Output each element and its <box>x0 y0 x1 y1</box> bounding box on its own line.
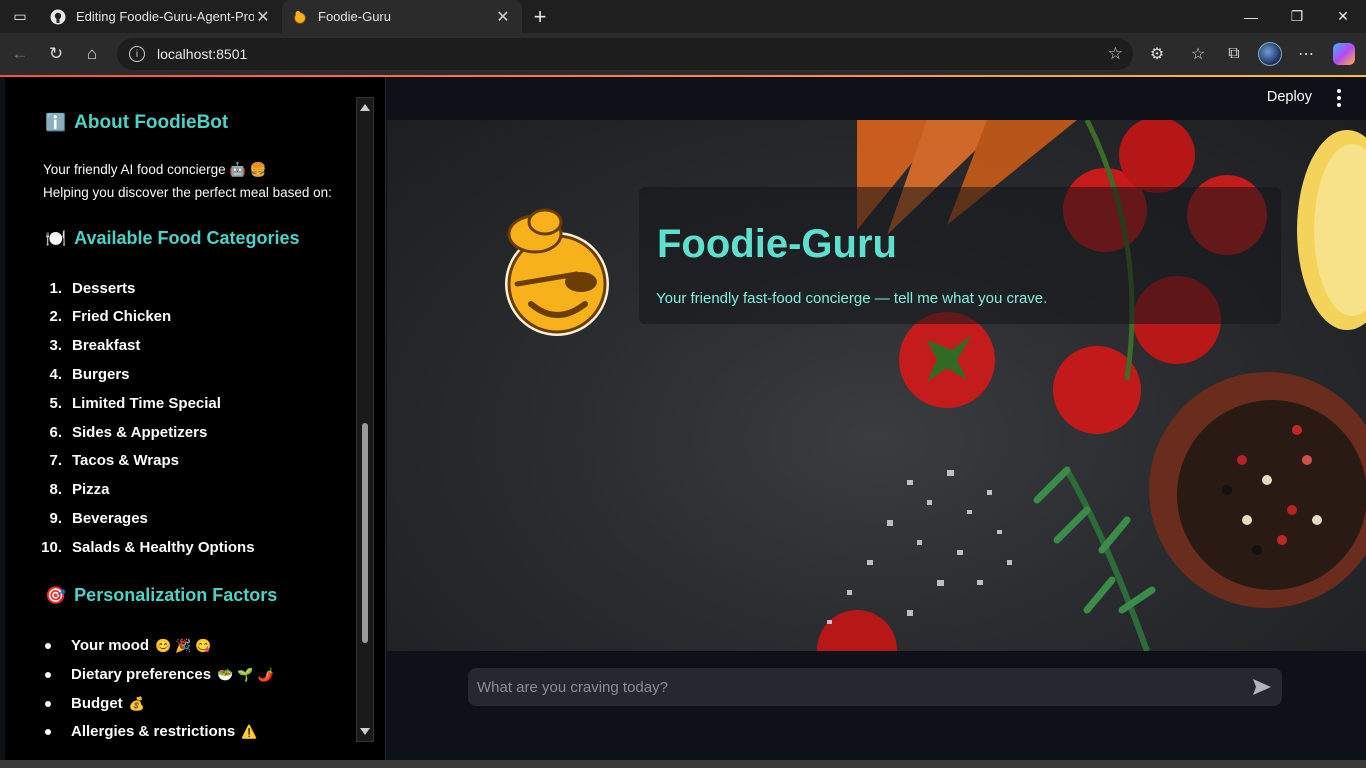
category-item: 3. Breakfast <box>49 337 141 354</box>
url-text: localhost:8501 <box>157 46 248 62</box>
main-content: Deploy Foodie-Guru Your friendly fast-fo… <box>387 77 1366 765</box>
category-item: 1. Desserts <box>49 280 136 297</box>
site-info-icon[interactable]: i <box>129 46 145 62</box>
plate-icon: 🍽️ <box>45 228 67 248</box>
category-item: 2. Fried Chicken <box>49 308 172 325</box>
main-menu-icon[interactable] <box>1332 89 1346 107</box>
page-subtitle: Your friendly fast-food concierge — tell… <box>656 290 1048 307</box>
home-icon[interactable]: ⌂ <box>74 38 110 70</box>
category-item: 6. Sides & Appetizers <box>49 424 208 441</box>
tab-title: Foodie-Guru <box>318 9 391 24</box>
tab-actions-icon[interactable]: ▭ <box>0 0 40 33</box>
about-heading: ℹ️ About FoodieBot <box>45 112 229 133</box>
factor-item: Dietary preferences 🥗🌱🌶️ <box>45 666 278 683</box>
factor-item: Your mood 😊🎉😋 <box>45 637 216 654</box>
deploy-button[interactable]: Deploy <box>1267 89 1312 105</box>
factor-item: Budget 💰 <box>45 695 149 712</box>
restore-icon[interactable]: ❐ <box>1274 0 1320 33</box>
tab-title: Editing Foodie-Guru-Agent-Proje <box>76 9 254 24</box>
category-item: 7. Tacos & Wraps <box>49 452 179 469</box>
sidebar: ℹ️ About FoodieBot Your friendly AI food… <box>5 77 386 765</box>
profile-avatar[interactable] <box>1254 38 1286 70</box>
close-tab-icon[interactable]: ✕ <box>494 7 512 27</box>
chef-logo-icon <box>505 208 609 336</box>
app-header: Deploy <box>387 77 1366 120</box>
close-window-icon[interactable]: ✕ <box>1320 0 1366 33</box>
info-icon: ℹ️ <box>45 113 67 132</box>
send-icon[interactable] <box>1252 677 1272 697</box>
sidebar-scrollbar[interactable] <box>356 97 374 742</box>
tab-foodie-guru[interactable]: Foodie-Guru ✕ <box>282 0 522 33</box>
address-bar[interactable]: i localhost:8501 ☆ <box>117 38 1133 70</box>
intro-text: Helping you discover the perfect meal ba… <box>43 185 332 200</box>
browser-tab-bar: ▭ Editing Foodie-Guru-Agent-Proje ✕ Food… <box>0 0 1366 33</box>
personalization-heading: 🎯 Personalization Factors <box>45 585 278 605</box>
categories-heading: 🍽️ Available Food Categories <box>45 228 300 248</box>
chat-input[interactable] <box>477 678 1237 696</box>
more-menu-icon[interactable]: ⋯ <box>1290 38 1322 70</box>
category-item: 8. Pizza <box>49 481 110 498</box>
new-tab-button[interactable]: + <box>522 4 558 30</box>
reload-icon[interactable]: ↻ <box>38 38 74 70</box>
extensions-icon[interactable]: ⚙ <box>1141 38 1173 70</box>
window-bottom-edge <box>0 760 1366 768</box>
target-icon: 🎯 <box>45 585 67 605</box>
collections-icon[interactable]: ⧉ <box>1218 38 1250 70</box>
chat-input-container[interactable] <box>468 668 1282 706</box>
category-item: 5. Limited Time Special <box>49 395 221 412</box>
tab-github-editor[interactable]: Editing Foodie-Guru-Agent-Proje ✕ <box>40 0 282 33</box>
scrollbar-thumb[interactable] <box>362 423 368 643</box>
factor-item: Allergies & restrictions ⚠️ <box>45 723 261 740</box>
page-title: Foodie-Guru <box>657 222 897 266</box>
minimize-icon[interactable]: — <box>1228 0 1274 33</box>
back-arrow-icon[interactable]: ← <box>2 38 38 70</box>
close-tab-icon[interactable]: ✕ <box>254 7 272 27</box>
github-icon <box>50 9 66 25</box>
intro-text: Your friendly AI food concierge 🤖 🍔 <box>43 162 267 177</box>
favorite-star-icon[interactable]: ☆ <box>1108 44 1123 64</box>
favorites-icon[interactable]: ☆ <box>1182 38 1214 70</box>
scroll-up-arrow-icon[interactable] <box>360 104 370 111</box>
hero-banner: Foodie-Guru Your friendly fast-food conc… <box>387 120 1366 651</box>
scroll-down-arrow-icon[interactable] <box>360 728 370 735</box>
category-item: 4. Burgers <box>49 366 130 383</box>
chat-input-area <box>387 651 1366 765</box>
copilot-icon[interactable] <box>1328 38 1360 70</box>
category-item: 9. Beverages <box>49 510 148 527</box>
chef-favicon <box>292 9 308 25</box>
app-page: ℹ️ About FoodieBot Your friendly AI food… <box>0 75 1366 765</box>
category-item: 10. Salads & Healthy Options <box>41 539 255 556</box>
